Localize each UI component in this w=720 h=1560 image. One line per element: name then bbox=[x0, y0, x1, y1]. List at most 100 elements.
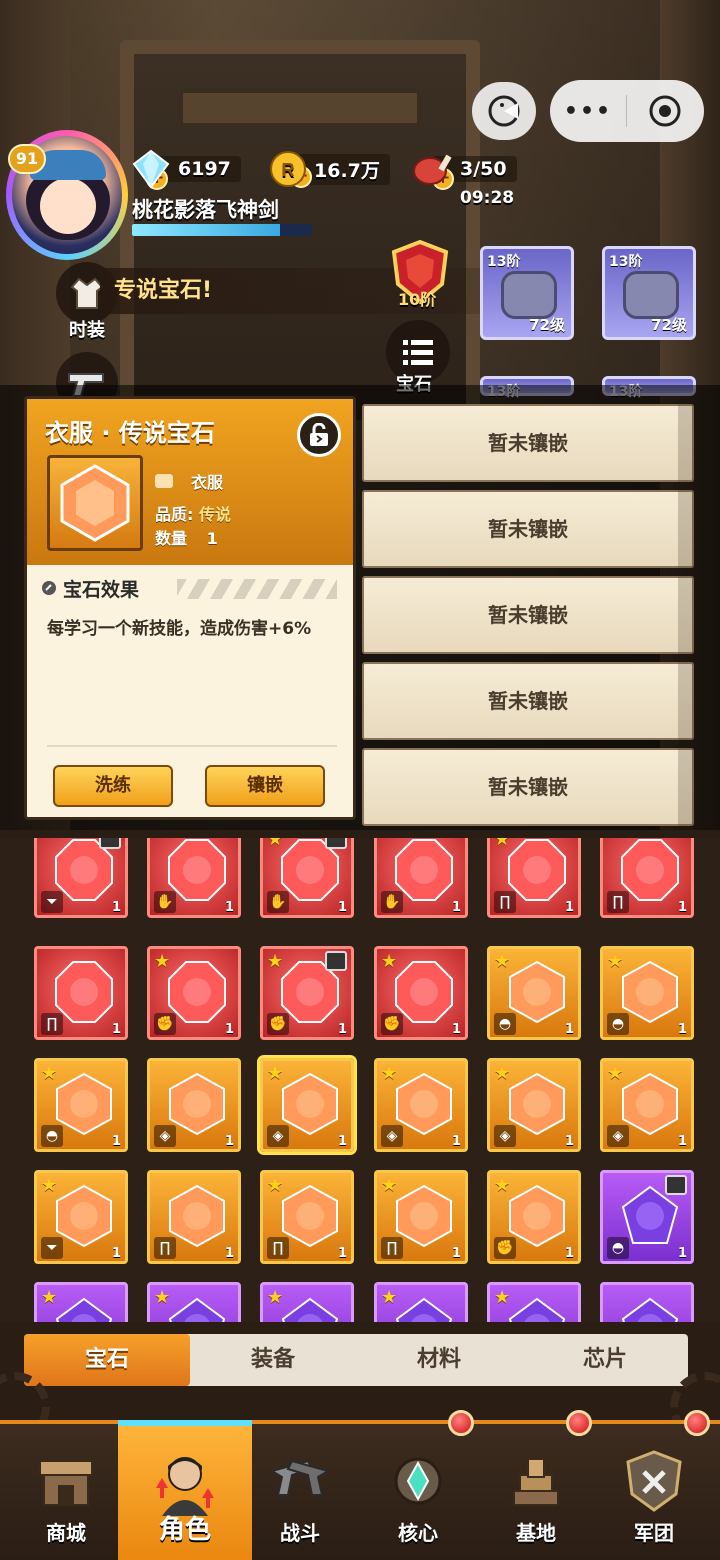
star-icon: ★ bbox=[494, 1287, 511, 1308]
glove-icon: ✋ bbox=[154, 891, 176, 913]
gem-slot-1[interactable]: 暂未镶嵌 bbox=[362, 404, 694, 482]
diamond-icon bbox=[132, 149, 170, 189]
gem-count: 1 bbox=[111, 1134, 121, 1149]
equipment-level: 72级 bbox=[529, 316, 565, 334]
gem-tile[interactable]: ∏ 1 bbox=[147, 1170, 241, 1264]
effect-header: 宝石效果 bbox=[41, 573, 341, 603]
tab-equipment[interactable]: 装备 bbox=[190, 1334, 356, 1386]
base-icon bbox=[501, 1446, 571, 1516]
star-icon: ★ bbox=[607, 951, 624, 972]
stamina-stat: 3/50 bbox=[410, 150, 517, 188]
gem-slot-5[interactable]: 暂未镶嵌 bbox=[362, 748, 694, 826]
gem-tile[interactable]: ★ ◈ 1 bbox=[257, 1055, 357, 1155]
hexagon-gem-icon bbox=[60, 464, 130, 542]
game-center-button[interactable] bbox=[472, 82, 536, 140]
nav-base[interactable]: 基地 bbox=[476, 1410, 596, 1560]
gem-count: 1 bbox=[451, 900, 461, 915]
gem-count: 1 bbox=[451, 1246, 461, 1261]
gem-tile[interactable]: ★ bbox=[260, 1282, 354, 1322]
player-level-badge: 91 bbox=[8, 144, 46, 174]
gauntlet-icon bbox=[623, 271, 679, 319]
star-icon: ★ bbox=[381, 1175, 398, 1196]
gem-slot-3[interactable]: 暂未镶嵌 bbox=[362, 576, 694, 654]
hand-icon: ✊ bbox=[494, 1237, 516, 1259]
shop-icon bbox=[31, 1446, 101, 1516]
gem-info-panel: 衣服 · 传说宝石 衣服 品质: 传说 数量 1 宝石效果 每学习一个新技能，造… bbox=[24, 396, 356, 820]
nav-core[interactable]: 核心 bbox=[358, 1410, 478, 1560]
gem-tile[interactable]: ★ ◈ 1 bbox=[487, 1058, 581, 1152]
gem-tile[interactable]: ★ ✋ 1 bbox=[260, 838, 354, 918]
equipment-card-helmet[interactable]: 13阶 72级 bbox=[480, 246, 574, 340]
nav-shop[interactable]: 商城 bbox=[6, 1424, 126, 1560]
gem-tile[interactable]: ★ ◈ 1 bbox=[600, 1058, 694, 1152]
gem-tile[interactable]: ★ ◈ 1 bbox=[374, 1058, 468, 1152]
more-options-button[interactable]: ••• bbox=[550, 99, 626, 124]
gem-tile[interactable]: ★ ✊ 1 bbox=[147, 946, 241, 1040]
glove-icon: ✋ bbox=[381, 891, 403, 913]
gem-tile[interactable]: ★ bbox=[374, 1282, 468, 1322]
gem-tile[interactable]: ★ bbox=[34, 1282, 128, 1322]
gem-tile[interactable]: ✋ 1 bbox=[374, 838, 468, 918]
gem-tile[interactable]: ◓ 1 bbox=[600, 1170, 694, 1264]
pentagon-gem-icon bbox=[508, 1297, 566, 1322]
pants-icon: ∏ bbox=[607, 891, 629, 913]
helmet-icon: ◓ bbox=[494, 1013, 516, 1035]
gem-tile[interactable]: ★ ✊ 1 bbox=[487, 1170, 581, 1264]
star-icon: ★ bbox=[267, 838, 284, 850]
character-icon bbox=[150, 1448, 220, 1518]
tab-gems[interactable]: 宝石 bbox=[24, 1334, 190, 1386]
core-icon bbox=[383, 1446, 453, 1516]
gem-tile[interactable] bbox=[600, 1282, 694, 1322]
inlay-button[interactable]: 镶嵌 bbox=[205, 765, 325, 807]
armor-icon: ◈ bbox=[267, 1125, 289, 1147]
gem-tile[interactable]: ★ ◓ 1 bbox=[34, 1058, 128, 1152]
gem-tile[interactable]: ◈ 1 bbox=[147, 1058, 241, 1152]
gem-slot-2[interactable]: 暂未镶嵌 bbox=[362, 490, 694, 568]
lock-button[interactable] bbox=[297, 413, 341, 457]
tab-materials[interactable]: 材料 bbox=[356, 1334, 522, 1386]
gem-count: 1 bbox=[111, 1246, 121, 1261]
gem-tile[interactable]: ∏ 1 bbox=[600, 838, 694, 918]
tab-chips[interactable]: 芯片 bbox=[522, 1334, 688, 1386]
nav-legion[interactable]: 军团 bbox=[594, 1410, 714, 1560]
pants-icon: ∏ bbox=[494, 891, 516, 913]
gem-tile[interactable]: ★ bbox=[487, 1282, 581, 1322]
nav-battle[interactable]: 战斗 bbox=[240, 1424, 360, 1560]
refine-button[interactable]: 洗练 bbox=[53, 765, 173, 807]
gem-count: 1 bbox=[224, 1246, 234, 1261]
star-icon: ★ bbox=[267, 1063, 284, 1084]
gem-tile[interactable]: ★ ◓ 1 bbox=[487, 946, 581, 1040]
gem-count: 1 bbox=[111, 900, 121, 915]
gem-tile[interactable]: ★ ✊ 1 bbox=[374, 946, 468, 1040]
star-icon: ★ bbox=[494, 1175, 511, 1196]
gem-tile[interactable]: ∏ 1 bbox=[34, 946, 128, 1040]
hand-icon: ✊ bbox=[154, 1013, 176, 1035]
gem-quantity: 数量 1 bbox=[155, 525, 218, 549]
nav-label: 军团 bbox=[634, 1521, 674, 1545]
pants-icon: ∏ bbox=[267, 1237, 289, 1259]
gem-tile[interactable]: ⏷ 1 bbox=[34, 838, 128, 918]
gem-count: 1 bbox=[677, 1246, 687, 1261]
gem-tile[interactable]: ★ bbox=[147, 1282, 241, 1322]
gem-tile[interactable]: ★ ✊ 1 bbox=[260, 946, 354, 1040]
gem-count: 1 bbox=[677, 1022, 687, 1037]
quantity-value: 1 bbox=[206, 529, 218, 548]
quantity-label: 数量 bbox=[155, 529, 188, 548]
gem-inventory-grid: ⏷ 1 ✋ 1 ★ ✋ 1 ✋ 1 ★ ∏ 1 ∏ 1 ∏ 1 ★ ✊ 1 ★ ✊ 1 ★ ✊ 1 ★ ◓ 1 ★ ◓ 1 ★ ◓ 1 ◈ 1 ★ ◈ 1 ★… bbox=[0, 838, 720, 1322]
gem-tile[interactable]: ★ ◓ 1 bbox=[600, 946, 694, 1040]
gem-tile[interactable]: ★ ∏ 1 bbox=[487, 838, 581, 918]
pants-icon: ∏ bbox=[41, 1013, 63, 1035]
gem-tile[interactable]: ★ ∏ 1 bbox=[260, 1170, 354, 1264]
quality-label: 品质: bbox=[155, 505, 194, 524]
close-program-button[interactable] bbox=[627, 94, 703, 128]
equipment-card-gauntlet[interactable]: 13阶 72级 bbox=[602, 246, 696, 340]
lock-icon bbox=[99, 838, 121, 849]
gem-slot-4[interactable]: 暂未镶嵌 bbox=[362, 662, 694, 740]
pentagon-gem-icon bbox=[621, 1297, 679, 1322]
gem-tile[interactable]: ★ ⏷ 1 bbox=[34, 1170, 128, 1264]
gem-tile[interactable]: ★ ∏ 1 bbox=[374, 1170, 468, 1264]
pentagon-gem-icon bbox=[395, 1297, 453, 1322]
nav-character[interactable]: 角色 bbox=[118, 1420, 252, 1560]
gem-tile[interactable]: ✋ 1 bbox=[147, 838, 241, 918]
helmet-icon: ◓ bbox=[41, 1125, 63, 1147]
